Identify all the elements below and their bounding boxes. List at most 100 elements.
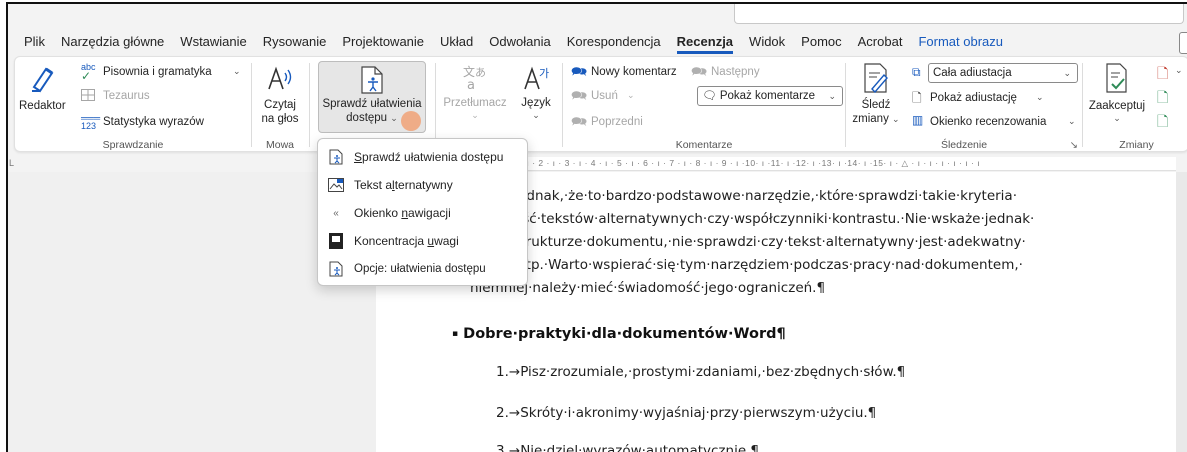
section-heading-text: Dobre·praktyki·dla·dokumentów·Word¶ <box>463 326 786 342</box>
tab-label: Acrobat <box>857 34 903 49</box>
accessibility-options-icon <box>328 261 344 277</box>
search-box[interactable] <box>734 4 1184 24</box>
tab-projektowanie[interactable]: Projektowanie <box>334 31 432 55</box>
spelling-icon: abc ✓ <box>81 62 96 83</box>
chevron-down-icon: ⌄ <box>1063 68 1071 78</box>
tab-label: Wstawianie <box>180 34 247 49</box>
menu-item-alt-text[interactable]: Tekst alternatywny <box>318 171 527 199</box>
tab-label: Narzędzia główne <box>60 34 165 49</box>
previous-change-icon[interactable]: 🗋 <box>1157 87 1168 111</box>
chevron-down-icon: ⌄ <box>1068 116 1076 126</box>
svg-text:a: a <box>467 78 475 91</box>
word-count-button[interactable]: ═══ 123 Statystyka wyrazów <box>73 113 223 131</box>
menu-item-text: prawdź ułatwienia dostępu <box>362 150 504 164</box>
chevron-down-icon: ⌄ <box>1113 113 1121 123</box>
tab-korespondencja[interactable]: Korespondencja <box>559 31 669 55</box>
tab-format-obrazu[interactable]: Format obrazu <box>910 31 1011 55</box>
previous-comment-icon: 🗪 <box>571 114 588 129</box>
focus-icon <box>328 233 344 249</box>
editor-button[interactable] <box>19 63 67 96</box>
ribbon-tabs: Plik Narzędzia główne Wstawianie Rysowan… <box>8 30 1187 56</box>
menu-item-text: Tekst a <box>354 178 393 192</box>
group-label-changes: Zmiany <box>1119 139 1154 151</box>
chevron-down-icon: ⌄ <box>892 114 900 124</box>
svg-text:あ: あ <box>475 66 486 79</box>
delete-comment-button[interactable]: 🗪 Usuń ⌄ <box>571 87 651 105</box>
alt-text-icon <box>328 177 344 193</box>
tab-rysowanie[interactable]: Rysowanie <box>255 31 335 55</box>
menu-item-navigation-pane[interactable]: « Okienko nawigacji <box>318 199 527 227</box>
tab-label: Widok <box>749 34 786 49</box>
navigation-pane-icon: « <box>333 207 339 219</box>
language-icon: 가 <box>524 66 549 90</box>
show-markup-button[interactable]: 🗋 Pokaż adiustację ⌄ <box>912 89 1072 107</box>
menu-item-text: ternatywny <box>394 178 453 192</box>
paragraph-line: w·strukturze·dokumentu,·nie·sprawdzi·czy… <box>498 234 1026 250</box>
translate-label: Przetłumacz <box>443 97 507 109</box>
track-changes-label-2: zmiany <box>852 113 889 125</box>
show-comments-label: Pokaż komentarze <box>719 90 816 102</box>
show-comments-button[interactable]: 🗨 Pokaż komentarze ⌄ <box>697 86 843 106</box>
markup-select[interactable]: Cała adiustacja ⌄ <box>928 63 1078 83</box>
share-button[interactable] <box>1179 32 1187 54</box>
track-changes-button[interactable]: Śledź zmiany ⌄ <box>850 63 902 126</box>
language-button[interactable]: 가 Język ⌄ <box>514 63 558 121</box>
reviewing-pane-button[interactable]: ▥ Okienko recenzowania ⌄ <box>912 113 1078 131</box>
tab-acrobat[interactable]: Acrobat <box>850 31 911 55</box>
svg-text:文: 文 <box>463 64 475 79</box>
menu-item-text: wagi <box>434 234 459 248</box>
thesaurus-label: Tezaurus <box>103 90 150 102</box>
new-comment-button[interactable]: 🗪 Nowy komentarz <box>571 63 687 81</box>
menu-item-text: Opcje: ułatwienia dostępu <box>354 263 486 275</box>
thesaurus-button[interactable]: Tezaurus <box>73 87 173 105</box>
accessibility-check-icon <box>361 66 383 94</box>
new-comment-label: Nowy komentarz <box>591 66 677 78</box>
show-markup-icon: 🗋 <box>912 91 922 105</box>
spelling-button[interactable]: abc ✓ Pisownia i gramatyka ⌄ <box>73 62 245 83</box>
svg-text:가: 가 <box>539 67 549 80</box>
group-label-proofing: Sprawdzanie <box>102 139 164 151</box>
word-count-icon: ═══ 123 <box>81 113 101 131</box>
next-change-icon[interactable]: 🗋 <box>1157 111 1168 135</box>
tab-odwolania[interactable]: Odwołania <box>481 31 558 55</box>
tab-uklad[interactable]: Układ <box>432 31 481 55</box>
tab-selector[interactable]: L <box>9 158 14 168</box>
menu-item-accessibility-options[interactable]: Opcje: ułatwienia dostępu <box>318 255 527 283</box>
tab-label: Projektowanie <box>342 34 425 49</box>
tab-recenzja[interactable]: Recenzja <box>669 31 741 55</box>
accept-label: Zaakceptuj <box>1088 100 1146 112</box>
read-aloud-icon <box>268 66 292 90</box>
tab-label: Korespondencja <box>566 34 661 49</box>
delete-comment-label: Usuń <box>591 90 618 102</box>
tab-pomoc[interactable]: Pomoc <box>793 31 849 55</box>
spelling-label: Pisownia i gramatyka <box>103 66 212 78</box>
menu-item-focus[interactable]: Koncentracja uwagi <box>318 227 527 255</box>
accept-button[interactable]: Zaakceptuj ⌄ <box>1087 63 1147 124</box>
list-item: 2.→Skróty·i·akronimy·wyjaśniaj·przy·pier… <box>496 405 877 421</box>
tracking-dialog-launcher-icon[interactable]: ↘ <box>1070 140 1078 151</box>
thesaurus-icon <box>81 89 95 101</box>
tab-widok[interactable]: Widok <box>741 31 793 55</box>
group-speech: Czytaj na głos Mowa <box>252 57 308 153</box>
tab-wstawianie[interactable]: Wstawianie <box>172 31 254 55</box>
translate-icon: 文 あ a <box>463 64 486 93</box>
tab-label: Recenzja <box>676 34 734 54</box>
read-aloud-button[interactable]: Czytaj na głos <box>256 63 304 126</box>
chevron-down-icon: ⌄ <box>1175 65 1183 75</box>
tab-label: Pomoc <box>801 34 842 49</box>
group-label-comments: Komentarze <box>675 139 733 151</box>
show-comments-icon: 🗨 <box>702 90 717 102</box>
menu-item-check-accessibility[interactable]: Sprawdź ułatwienia dostępu <box>318 143 527 171</box>
previous-comment-button[interactable]: 🗪 Poprzedni <box>571 113 671 131</box>
accessibility-dropdown-menu: Sprawdź ułatwienia dostępu Tekst alterna… <box>317 138 528 286</box>
tab-label: Układ <box>440 34 474 49</box>
tab-plik[interactable]: Plik <box>8 31 53 55</box>
tab-narzedzia-glowne[interactable]: Narzędzia główne <box>53 31 172 55</box>
accelerator-key: S <box>354 150 363 164</box>
reject-icon[interactable]: 🗋 <box>1157 63 1168 87</box>
track-changes-label-2-wrap: zmiany ⌄ <box>850 112 902 126</box>
chevron-down-icon: ⌄ <box>1036 92 1044 102</box>
next-comment-button[interactable]: 🗪 Następny <box>691 63 781 81</box>
group-label-tracking: Śledzenie <box>940 139 988 151</box>
translate-button[interactable]: 文 あ a Przetłumacz ⌄ <box>440 63 510 121</box>
